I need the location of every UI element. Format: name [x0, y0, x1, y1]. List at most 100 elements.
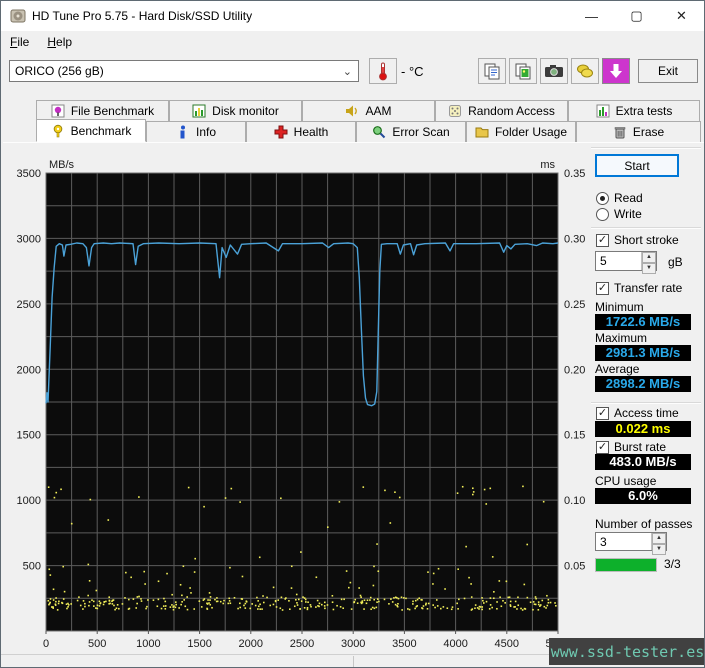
access-time-dot — [332, 601, 334, 603]
access-time-dot — [432, 583, 434, 585]
access-time-dot — [332, 595, 334, 597]
access-time-dot — [53, 588, 55, 590]
update-download-button[interactable] — [602, 58, 630, 84]
access-time-dot — [358, 587, 360, 589]
access-time-dot — [227, 603, 229, 605]
transfer-rate-checkbox[interactable]: ✓ Transfer rate — [596, 281, 682, 295]
tab-strip-front: Benchmark Info Health Error Scan Folder … — [36, 121, 701, 142]
tab-label: Disk monitor — [212, 104, 279, 118]
tab-error-scan[interactable]: Error Scan — [356, 121, 466, 142]
checkbox-checked-icon: ✓ — [596, 282, 609, 295]
access-time-dot — [230, 602, 232, 604]
access-time-dot — [291, 587, 293, 589]
benchmark-controls: Start Read Write ✓ Short stroke 5 ▲▼ gB … — [588, 143, 704, 655]
y-left-tick-label: 3000 — [17, 233, 41, 245]
access-time-dot — [244, 607, 246, 609]
tab-aam[interactable]: AAM — [302, 100, 435, 121]
y-right-tick-label: 0.25 — [564, 299, 585, 311]
tab-erase[interactable]: Erase — [576, 121, 701, 142]
tab-extra-tests[interactable]: Extra tests — [568, 100, 700, 121]
screenshot-button[interactable] — [540, 58, 568, 84]
tab-label: Folder Usage — [495, 125, 567, 139]
tab-benchmark[interactable]: Benchmark — [36, 119, 146, 142]
access-time-dot — [324, 608, 326, 610]
access-time-dot — [522, 486, 524, 488]
spinner-arrows[interactable]: ▲▼ — [641, 252, 656, 270]
access-time-dot — [376, 543, 378, 545]
access-time-dot — [423, 605, 425, 607]
access-time-dot — [84, 603, 86, 605]
access-time-dot — [327, 604, 329, 606]
spinner-down-icon: ▼ — [652, 544, 666, 555]
tab-health[interactable]: Health — [246, 121, 356, 142]
access-time-dot — [472, 494, 474, 496]
access-time-dot — [485, 503, 487, 505]
access-time-dot — [298, 599, 300, 601]
access-time-dot — [63, 598, 65, 600]
tab-label: Benchmark — [71, 124, 132, 138]
benchmark-chart: 3500300025002000150010005000.350.300.250… — [3, 143, 588, 655]
access-time-dot — [478, 608, 480, 610]
access-time-dot — [57, 609, 59, 611]
copy-image-button[interactable] — [509, 58, 537, 84]
burst-rate-checkbox[interactable]: ✓ Burst rate — [596, 440, 666, 454]
access-time-dot — [116, 607, 118, 609]
access-time-dot — [54, 497, 56, 499]
spinner-arrows[interactable]: ▲▼ — [651, 533, 666, 550]
menu-file[interactable]: File — [1, 32, 38, 52]
temperature-button[interactable] — [369, 58, 397, 84]
copy-text-button[interactable] — [478, 58, 506, 84]
read-radio[interactable]: Read — [596, 191, 643, 205]
access-time-dot — [370, 597, 372, 599]
tab-disk-monitor[interactable]: Disk monitor — [169, 100, 302, 121]
passes-spinner[interactable]: 3 ▲▼ — [595, 532, 667, 551]
tab-label: AAM — [365, 104, 391, 118]
access-time-dot — [436, 599, 438, 601]
access-time-dot — [340, 606, 342, 608]
tab-folder-usage[interactable]: Folder Usage — [466, 121, 576, 142]
tab-file-benchmark[interactable]: File Benchmark — [36, 100, 169, 121]
access-time-dot — [378, 601, 380, 603]
access-time-dot — [222, 603, 224, 605]
access-time-dot — [207, 603, 209, 605]
access-time-dot — [541, 600, 543, 602]
access-time-dot — [486, 601, 488, 603]
start-button[interactable]: Start — [595, 154, 679, 177]
app-window: HD Tune Pro 5.75 - Hard Disk/SSD Utility… — [0, 0, 705, 668]
minimize-button[interactable]: — — [569, 1, 614, 31]
dice-icon — [448, 104, 462, 118]
access-time-dot — [140, 598, 142, 600]
tab-info[interactable]: Info — [146, 121, 246, 142]
pass-progress-text: 3/3 — [664, 557, 681, 571]
drive-select[interactable]: ORICO (256 gB) ⌄ — [9, 60, 359, 82]
maximize-button[interactable]: ▢ — [614, 1, 659, 31]
access-time-dot — [163, 598, 165, 600]
access-time-dot — [456, 603, 458, 605]
access-time-dot — [414, 608, 416, 610]
access-time-dot — [464, 598, 466, 600]
access-time-dot — [234, 597, 236, 599]
exit-button[interactable]: Exit — [638, 59, 698, 83]
short-stroke-checkbox[interactable]: ✓ Short stroke — [596, 233, 679, 247]
gauge-small-icon — [51, 104, 65, 118]
tab-random-access[interactable]: Random Access — [435, 100, 568, 121]
access-time-dot — [370, 608, 372, 610]
write-radio[interactable]: Write — [596, 207, 642, 221]
menu-help[interactable]: Help — [38, 32, 81, 52]
write-label: Write — [614, 207, 642, 221]
access-time-dot — [84, 606, 86, 608]
access-time-checkbox[interactable]: ✓ Access time — [596, 406, 679, 420]
access-time-dot — [118, 608, 120, 610]
close-button[interactable]: ✕ — [659, 1, 704, 31]
access-time-dot — [307, 601, 309, 603]
access-time-dot — [363, 608, 365, 610]
access-time-dot — [499, 580, 501, 582]
short-stroke-size-spinner[interactable]: 5 ▲▼ — [595, 251, 657, 271]
access-time-dot — [522, 609, 524, 611]
donate-button[interactable] — [571, 58, 599, 84]
access-time-dot — [239, 603, 241, 605]
x-tick-label: 3000 — [341, 638, 365, 650]
access-time-dot — [524, 608, 526, 610]
access-time-dot — [393, 597, 395, 599]
access-time-dot — [241, 598, 243, 600]
